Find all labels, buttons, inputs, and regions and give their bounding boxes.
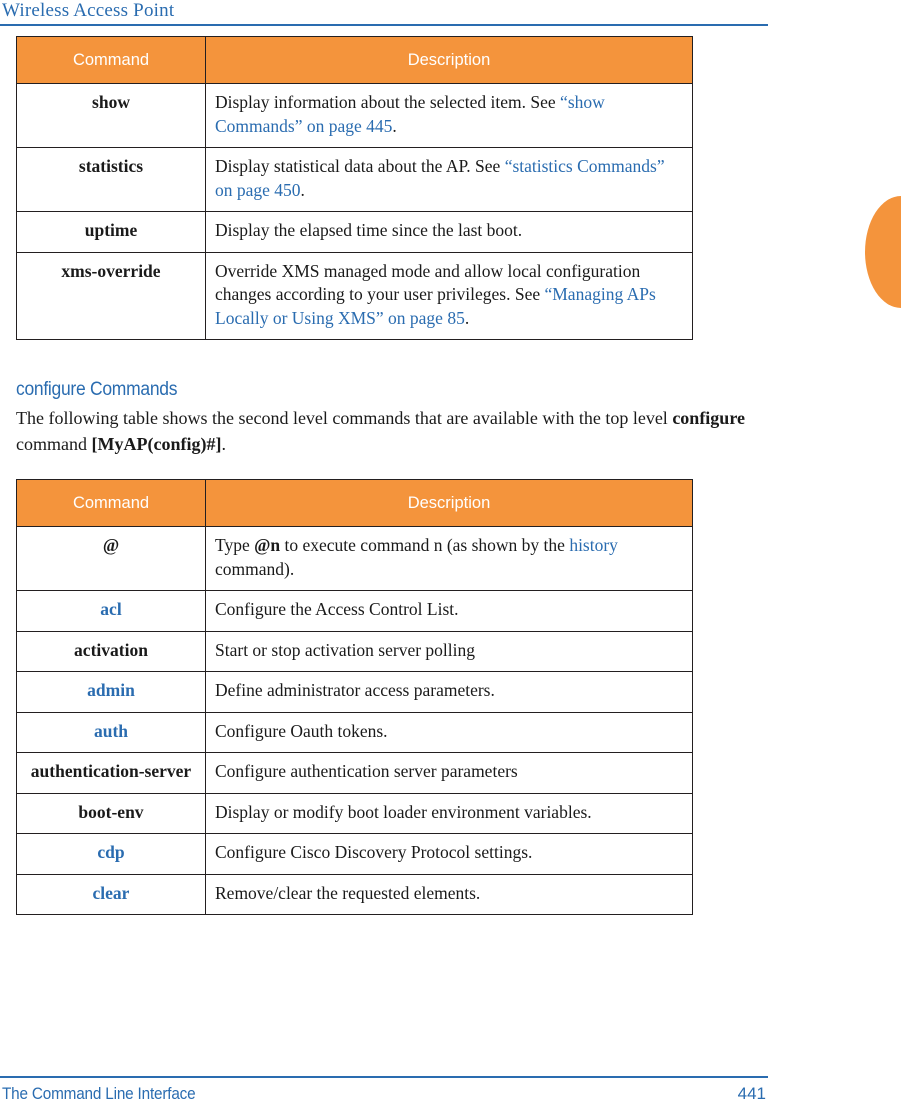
- cell-description: Display information about the selected i…: [205, 83, 693, 148]
- text-run: @n: [254, 535, 281, 555]
- cell-description: Remove/clear the requested elements.: [205, 873, 693, 915]
- cell-description: Display the elapsed time since the last …: [205, 211, 693, 253]
- text-run: Display or modify boot loader environmen…: [215, 801, 592, 822]
- text-run: Configure the Access Control List.: [215, 599, 459, 619]
- section-paragraph: The following table shows the second lev…: [16, 405, 756, 457]
- cell-description: Configure Oauth tokens.: [205, 711, 693, 753]
- table-header-row: Command Description: [16, 36, 693, 84]
- cell-description: Display statistical data about the AP. S…: [205, 147, 693, 212]
- cell-description: Override XMS managed mode and allow loca…: [205, 251, 693, 340]
- spacer-before-table-2: [16, 457, 776, 479]
- text-run: to execute command n (as shown by the: [280, 535, 570, 555]
- text-run: .: [300, 179, 305, 200]
- cell-command: uptime: [16, 211, 206, 253]
- cell-command: authentication-server: [16, 752, 206, 794]
- edge-thumb-tab: [865, 196, 901, 308]
- table-row: clear Remove/clear the requested elements…: [16, 873, 693, 915]
- cell-description: Configure authentication server paramete…: [205, 752, 693, 794]
- table-row: uptime Display the elapsed time since the…: [16, 211, 693, 253]
- spacer-before-section: [16, 340, 776, 378]
- cell-command: activation: [16, 630, 206, 672]
- column-header-command: Command: [16, 479, 206, 527]
- text-run: Define administrator access parameters.: [215, 680, 495, 700]
- table-row: xms-override Override XMS managed mode an…: [16, 251, 693, 340]
- text-run: .: [221, 434, 226, 454]
- table-row: acl Configure the Access Control List.: [16, 590, 693, 632]
- table-row: cdp Configure Cisco Discovery Protocol s…: [16, 833, 693, 875]
- table-row: statistics Display statistical data about…: [16, 147, 693, 212]
- running-header: Wireless Access Point: [0, 0, 768, 26]
- cell-command: @: [16, 526, 206, 591]
- column-header-command: Command: [16, 36, 206, 84]
- footer-page-number: 441: [737, 1084, 766, 1103]
- cell-command: statistics: [16, 147, 206, 212]
- cell-command[interactable]: cdp: [16, 833, 206, 875]
- cell-command[interactable]: admin: [16, 671, 206, 713]
- cell-command[interactable]: clear: [16, 873, 206, 915]
- text-run: Configure authentication server paramete…: [215, 761, 518, 781]
- footer-section-label: The Command Line Interface: [2, 1084, 196, 1103]
- text-run: Display information about the selected i…: [215, 92, 561, 112]
- cross-reference-link[interactable]: history: [569, 535, 618, 555]
- show-commands-table: Command Description show Display informat…: [16, 36, 693, 340]
- table-row: @ Type @n to execute command n (as shown …: [16, 526, 693, 591]
- cell-command: boot-env: [16, 792, 206, 834]
- table-row: show Display information about the select…: [16, 83, 693, 148]
- cell-description: Start or stop activation server polling: [205, 630, 693, 672]
- text-run: Configure Oauth tokens.: [215, 720, 388, 741]
- text-run: Remove/clear the requested elements.: [215, 882, 481, 903]
- header-rule: [0, 24, 768, 26]
- text-run: Start or stop activation server polling: [215, 639, 476, 660]
- text-run: Configure Cisco Discovery Protocol setti…: [215, 842, 533, 862]
- cell-command: xms-override: [16, 251, 206, 340]
- table-row: authentication-server Configure authentic…: [16, 752, 693, 794]
- footer-row: The Command Line Interface 441: [0, 1078, 768, 1110]
- table-row: admin Define administrator access paramet…: [16, 671, 693, 713]
- text-run: Display statistical data about the AP. S…: [215, 156, 505, 176]
- page-title: Wireless Access Point: [2, 0, 175, 21]
- cell-description: Define administrator access parameters.: [205, 671, 693, 713]
- section-heading: configure Commands: [16, 379, 178, 400]
- cell-command: show: [16, 83, 206, 148]
- text-run: Type: [215, 535, 255, 555]
- page-content: Command Description show Display informat…: [16, 36, 776, 915]
- table-row: boot-env Display or modify boot loader en…: [16, 792, 693, 834]
- text-run: [MyAP(config)#]: [91, 434, 222, 454]
- text-run: .: [464, 307, 470, 328]
- table-row: auth Configure Oauth tokens.: [16, 711, 693, 753]
- cell-command[interactable]: auth: [16, 711, 206, 753]
- configure-commands-table: Command Description @ Type @n to execute …: [16, 479, 693, 915]
- table-header-row: Command Description: [16, 479, 693, 527]
- text-run: .: [392, 115, 397, 136]
- cell-description: Configure Cisco Discovery Protocol setti…: [205, 833, 693, 875]
- cell-description: Configure the Access Control List.: [205, 590, 693, 632]
- table-body-2: @ Type @n to execute command n (as shown …: [16, 526, 693, 915]
- cell-description: Display or modify boot loader environmen…: [205, 792, 693, 834]
- text-run: configure: [672, 408, 745, 428]
- running-footer: The Command Line Interface 441: [0, 1076, 768, 1110]
- column-header-description: Description: [205, 36, 693, 84]
- text-run: The following table shows the second lev…: [16, 408, 673, 428]
- text-run: Display the elapsed time since the last …: [215, 220, 523, 240]
- text-run: command: [16, 434, 92, 454]
- table-body-1: show Display information about the select…: [16, 83, 693, 340]
- cell-command[interactable]: acl: [16, 590, 206, 632]
- text-run: command).: [215, 558, 295, 579]
- table-row: activation Start or stop activation serve…: [16, 630, 693, 672]
- column-header-description: Description: [205, 479, 693, 527]
- cell-description: Type @n to execute command n (as shown b…: [205, 526, 693, 591]
